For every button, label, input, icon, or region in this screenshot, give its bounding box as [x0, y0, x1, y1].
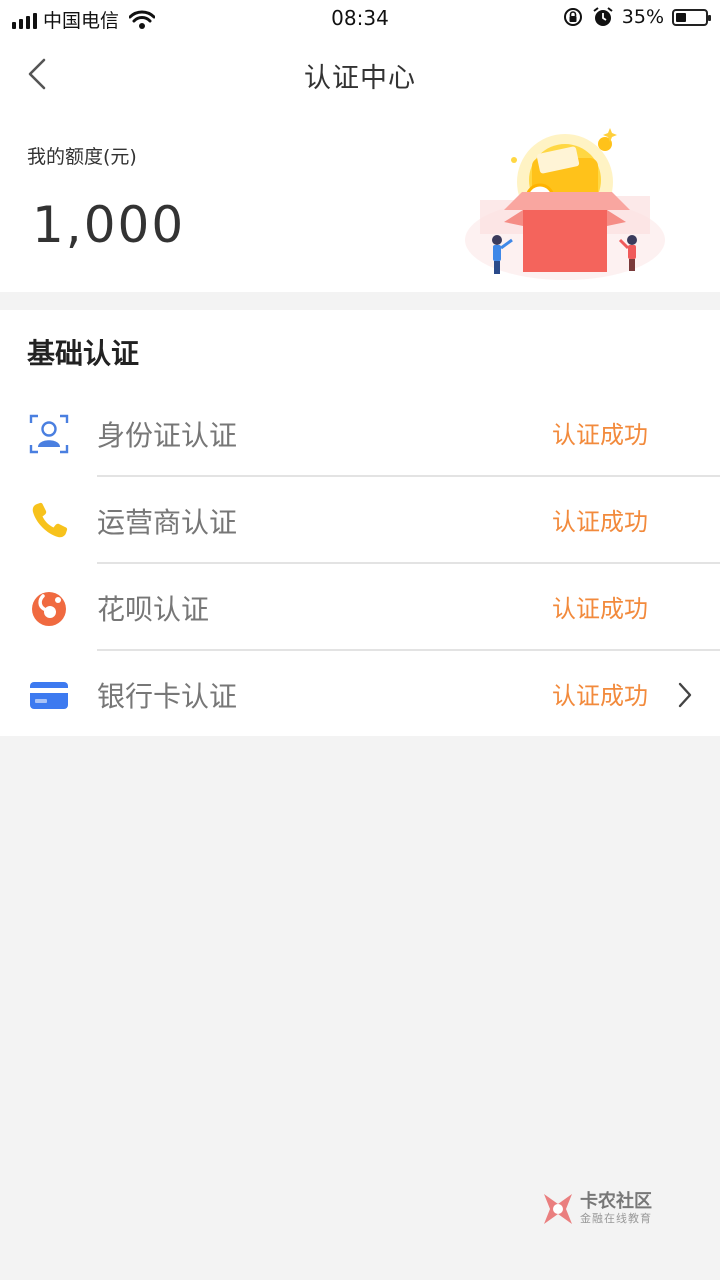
credit-amount: 1,000 [32, 196, 186, 254]
watermark: 卡农社区 金融在线教育 [540, 1190, 652, 1228]
auth-row-label: 花呗认证 [97, 593, 210, 626]
auth-status: 认证成功 [552, 508, 648, 536]
credit-label: 我的额度(元) [27, 146, 137, 168]
nav-bar: 认证中心 [0, 36, 720, 112]
huabei-icon [32, 592, 66, 626]
auth-status: 认证成功 [552, 421, 648, 449]
status-bar: 中国电信 08:34 35% [0, 0, 720, 36]
chevron-right-icon[interactable] [674, 679, 696, 711]
alarm-icon [593, 7, 613, 26]
kanong-logo-icon [544, 1194, 572, 1224]
auth-row-label: 身份证认证 [97, 419, 238, 452]
page-title: 认证中心 [304, 63, 416, 94]
auth-row-carrier[interactable]: 运营商认证 认证成功 [0, 477, 720, 564]
battery-level [676, 12, 686, 22]
phone-icon [32, 502, 68, 538]
auth-section: 基础认证 身份证认证 认证成功 运营商认证 认证成功 花呗认证 认证成功 银行卡… [0, 310, 720, 736]
auth-row-id-card[interactable]: 身份证认证 认证成功 [0, 390, 720, 477]
gift-box-illustration [465, 128, 665, 280]
watermark-title: 卡农社区 [580, 1191, 652, 1212]
auth-row-huabei[interactable]: 花呗认证 认证成功 [0, 564, 720, 651]
auth-status: 认证成功 [552, 682, 648, 710]
bank-card-icon [30, 682, 68, 709]
watermark-subtitle: 金融在线教育 [580, 1212, 652, 1225]
battery-icon [672, 8, 711, 26]
battery-percent: 35% [621, 6, 664, 28]
auth-row-label: 运营商认证 [97, 506, 238, 539]
auth-row-bank-card[interactable]: 银行卡认证 认证成功 [0, 651, 720, 738]
rotation-lock-icon [563, 8, 582, 26]
credit-panel: 我的额度(元) 1,000 [0, 112, 720, 292]
auth-status: 认证成功 [552, 595, 648, 623]
auth-row-label: 银行卡认证 [97, 680, 238, 713]
section-title: 基础认证 [27, 337, 140, 370]
id-card-icon [29, 414, 69, 454]
